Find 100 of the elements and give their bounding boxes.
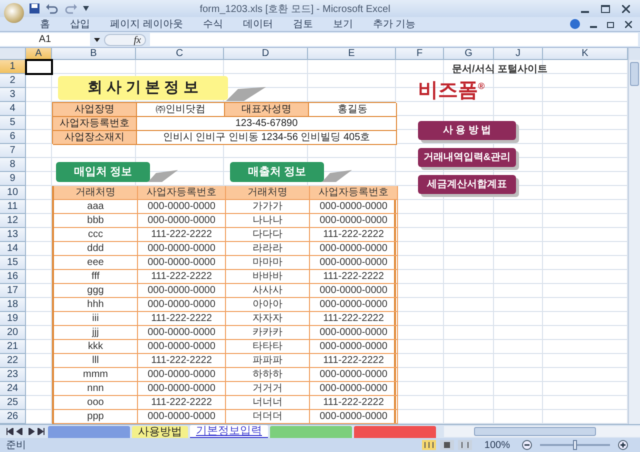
column-header[interactable]: B xyxy=(52,48,136,60)
row-header[interactable]: 16 xyxy=(0,270,26,284)
table-cell: 카카카 xyxy=(226,326,310,340)
table-cell: iii xyxy=(54,312,138,326)
row-header[interactable]: 1 xyxy=(0,60,26,74)
row-header[interactable]: 9 xyxy=(0,172,26,186)
row-header[interactable]: 11 xyxy=(0,200,26,214)
row-header[interactable]: 12 xyxy=(0,214,26,228)
sheet-tab[interactable]: 기본정보입력 xyxy=(190,424,268,438)
table-cell: ccc xyxy=(54,228,138,242)
table-cell: jjj xyxy=(54,326,138,340)
row-header[interactable]: 25 xyxy=(0,396,26,410)
column-header[interactable]: E xyxy=(308,48,396,60)
horizontal-scrollbar[interactable] xyxy=(444,426,640,437)
ribbon-tab[interactable]: 삽입 xyxy=(70,17,90,31)
table-cell: ddd xyxy=(54,242,138,256)
sheet-title: 회 사 기 본 정 보 xyxy=(58,76,228,100)
page-layout-icon[interactable] xyxy=(440,440,454,450)
row-header[interactable]: 8 xyxy=(0,158,26,172)
close-icon[interactable] xyxy=(622,4,630,12)
table-cell: 000-0000-0000 xyxy=(138,368,226,382)
sheet-tab[interactable]: 사용방법 xyxy=(132,426,188,438)
zoom-slider[interactable] xyxy=(573,440,577,450)
table-cell: ggg xyxy=(54,284,138,298)
ribbon-tab[interactable]: 홈 xyxy=(40,17,50,31)
menu-button[interactable]: 거래내역입력&관리 xyxy=(418,148,516,167)
table-cell: 하하하 xyxy=(226,368,310,382)
ribbon-tab[interactable]: 수식 xyxy=(202,17,223,31)
column-header[interactable]: C xyxy=(136,48,224,60)
row-header[interactable]: 18 xyxy=(0,298,26,312)
row-header[interactable]: 2 xyxy=(0,74,26,88)
ribbon-tab[interactable]: 데이터 xyxy=(242,17,273,31)
row-header[interactable]: 21 xyxy=(0,340,26,354)
table-cell: 마마마 xyxy=(226,256,310,270)
maximize-icon[interactable] xyxy=(601,4,610,12)
table-cell: 111-222-2222 xyxy=(138,228,226,242)
table-cell: 000-0000-0000 xyxy=(138,326,226,340)
ribbon-tab[interactable]: 검토 xyxy=(292,17,313,31)
restore-icon[interactable] xyxy=(607,20,615,28)
table-cell: 대표자성명 xyxy=(225,103,309,117)
table-cell: 111-222-2222 xyxy=(310,312,398,326)
column-header[interactable]: F xyxy=(396,48,444,60)
row-header[interactable]: 10 xyxy=(0,186,26,200)
column-header[interactable]: A xyxy=(26,48,52,60)
table-cell: 111-222-2222 xyxy=(310,270,398,284)
table-cell: 000-0000-0000 xyxy=(310,340,398,354)
name-box[interactable]: A1 xyxy=(0,33,90,46)
ribbon-tab[interactable]: 추가 기능 xyxy=(372,17,416,31)
row-header[interactable]: 19 xyxy=(0,312,26,326)
menu-button[interactable]: 세금계산서합계표 xyxy=(418,174,516,194)
column-heading: 사업자등록번호 xyxy=(138,186,226,200)
sheet-navigation-icon[interactable] xyxy=(6,428,46,435)
row-header[interactable]: 13 xyxy=(0,228,26,242)
column-header[interactable]: G xyxy=(444,48,494,60)
row-header[interactable]: 6 xyxy=(0,130,26,144)
zoom-out-icon[interactable] xyxy=(522,440,532,450)
close-icon[interactable] xyxy=(625,20,632,28)
row-header[interactable]: 3 xyxy=(0,88,26,102)
shadow-decoration xyxy=(322,170,352,182)
row-header[interactable]: 20 xyxy=(0,326,26,340)
ribbon-tab[interactable]: 페이지 레이아웃 xyxy=(110,17,183,31)
row-header[interactable]: 4 xyxy=(0,102,26,116)
table-cell: 000-0000-0000 xyxy=(138,256,226,270)
table-cell: 홍길동 xyxy=(309,103,397,117)
table-cell: 다다다 xyxy=(226,228,310,242)
table-cell: 라라라 xyxy=(226,242,310,256)
row-header[interactable]: 26 xyxy=(0,410,26,424)
shadow-decoration xyxy=(148,170,178,182)
dropdown-icon[interactable] xyxy=(83,6,89,11)
row-header[interactable]: 22 xyxy=(0,354,26,368)
row-header[interactable]: 17 xyxy=(0,284,26,298)
dropdown-icon[interactable] xyxy=(94,38,100,42)
table-cell: lll xyxy=(54,354,138,368)
table-cell: ㈜인비닷컴 xyxy=(137,103,225,117)
page-break-icon[interactable] xyxy=(458,440,472,450)
undo-icon[interactable] xyxy=(45,4,59,14)
table-cell: 나나나 xyxy=(226,214,310,228)
row-header[interactable]: 24 xyxy=(0,382,26,396)
zoom-in-icon[interactable] xyxy=(618,440,628,450)
table-cell: kkk xyxy=(54,340,138,354)
section-label: 매출처 정보 xyxy=(230,162,324,182)
normal-view-icon[interactable] xyxy=(422,440,436,450)
row-header[interactable]: 14 xyxy=(0,242,26,256)
formula-input[interactable] xyxy=(150,33,638,46)
sheet-tab[interactable] xyxy=(354,426,436,438)
vertical-scrollbar[interactable] xyxy=(628,48,640,424)
column-header[interactable]: K xyxy=(543,48,628,60)
row-header[interactable]: 5 xyxy=(0,116,26,130)
row-header[interactable]: 7 xyxy=(0,144,26,158)
ribbon-tab[interactable]: 보기 xyxy=(332,17,353,31)
row-header[interactable]: 23 xyxy=(0,368,26,382)
row-header[interactable]: 15 xyxy=(0,256,26,270)
function-button[interactable]: fx xyxy=(104,34,146,46)
menu-button[interactable]: 사 용 방 법 xyxy=(418,120,516,140)
save-icon[interactable] xyxy=(29,3,40,14)
column-header[interactable]: D xyxy=(224,48,308,60)
column-header[interactable]: J xyxy=(494,48,543,60)
table-cell: 거거거 xyxy=(226,382,310,396)
selected-cell[interactable] xyxy=(25,59,53,75)
table-cell: mmm xyxy=(54,368,138,382)
